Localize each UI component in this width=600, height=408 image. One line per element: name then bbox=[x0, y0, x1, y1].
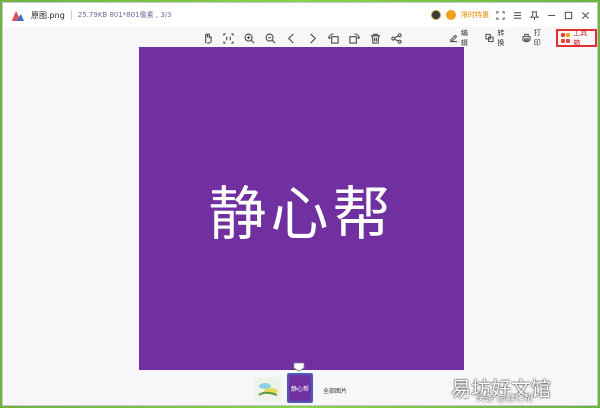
toolbox-button[interactable]: 工具箱 bbox=[556, 29, 597, 47]
thumbnail-1[interactable] bbox=[255, 377, 281, 401]
zoom-in-icon bbox=[244, 33, 255, 44]
print-button[interactable]: 打印 bbox=[520, 29, 548, 47]
menu-icon bbox=[513, 11, 521, 19]
trash-icon bbox=[370, 33, 380, 44]
one-to-one-icon bbox=[222, 32, 234, 44]
thumbnail-2-selected[interactable]: 静心帮 bbox=[287, 373, 313, 403]
close-icon bbox=[581, 11, 589, 19]
rotate-left-button[interactable] bbox=[325, 30, 341, 46]
rotate-left-icon bbox=[327, 32, 339, 44]
image-viewer-window: 原图.png 25.79KB 801*801像素 , 3/3 限时特惠 编辑 转… bbox=[2, 2, 598, 406]
zoom-out-icon bbox=[265, 33, 276, 44]
image-text: 静心帮 bbox=[208, 179, 395, 248]
zoom-in-button[interactable] bbox=[241, 30, 257, 46]
convert-label: 转换 bbox=[497, 29, 505, 47]
edit-icon bbox=[449, 34, 458, 43]
actual-size-button[interactable] bbox=[220, 30, 236, 46]
edit-label: 编辑 bbox=[460, 29, 468, 47]
all-images-link[interactable]: 全部图片 bbox=[323, 386, 347, 395]
chevron-right-icon bbox=[309, 32, 316, 44]
edit-button[interactable]: 编辑 bbox=[447, 29, 475, 47]
fullscreen-icon bbox=[495, 10, 505, 20]
chevron-left-icon bbox=[287, 32, 294, 44]
convert-icon bbox=[485, 33, 494, 43]
vip-promo-link[interactable]: 限时特惠 bbox=[461, 10, 489, 20]
menu-button[interactable] bbox=[511, 9, 523, 21]
minimize-icon bbox=[547, 14, 555, 16]
toolbox-label: 工具箱 bbox=[573, 29, 588, 47]
fullscreen-button[interactable] bbox=[494, 9, 506, 21]
watermark-sub: 头条 @静心帮 bbox=[476, 393, 533, 404]
file-name: 原图.png bbox=[31, 10, 65, 20]
next-button[interactable] bbox=[304, 30, 320, 46]
current-thumb-marker-icon bbox=[293, 362, 305, 372]
current-thumb-marker bbox=[293, 362, 305, 372]
convert-button[interactable]: 转换 bbox=[483, 29, 511, 47]
zoom-out-button[interactable] bbox=[262, 30, 278, 46]
rotate-right-button[interactable] bbox=[346, 30, 362, 46]
share-button[interactable] bbox=[388, 30, 404, 46]
landscape-thumbnail-icon bbox=[255, 377, 281, 401]
pin-icon bbox=[529, 10, 539, 20]
view-tools bbox=[199, 30, 404, 46]
close-button[interactable] bbox=[579, 9, 591, 21]
share-icon bbox=[390, 32, 402, 44]
title-separator bbox=[70, 10, 72, 20]
fit-window-button[interactable] bbox=[199, 30, 215, 46]
image-canvas[interactable]: 静心帮 bbox=[139, 47, 464, 370]
vip-icon[interactable] bbox=[446, 10, 456, 20]
rotate-right-icon bbox=[348, 32, 360, 44]
thumbnail-2-label: 静心帮 bbox=[290, 385, 309, 393]
toolbar: 编辑 转换 打印 工具箱 bbox=[3, 27, 597, 49]
avatar[interactable] bbox=[431, 10, 441, 20]
watermark-sub-row: 头条 @静心帮 bbox=[461, 387, 533, 405]
title-bar: 原图.png 25.79KB 801*801像素 , 3/3 限时特惠 bbox=[3, 3, 597, 27]
pin-button[interactable] bbox=[528, 9, 540, 21]
printer-icon bbox=[522, 33, 531, 43]
watermark-logo-icon bbox=[461, 395, 473, 405]
maximize-button[interactable] bbox=[562, 9, 574, 21]
hand-icon bbox=[204, 32, 212, 44]
minimize-button[interactable] bbox=[545, 9, 557, 21]
file-meta: 25.79KB 801*801像素 , 3/3 bbox=[77, 11, 172, 19]
delete-button[interactable] bbox=[367, 30, 383, 46]
toolbox-grid-icon bbox=[561, 33, 571, 43]
action-tools: 编辑 转换 打印 工具箱 bbox=[447, 29, 597, 47]
title-right-controls: 限时特惠 bbox=[431, 3, 591, 27]
maximize-icon bbox=[564, 11, 572, 19]
previous-button[interactable] bbox=[283, 30, 299, 46]
print-label: 打印 bbox=[533, 29, 541, 47]
app-logo-icon bbox=[11, 8, 25, 22]
